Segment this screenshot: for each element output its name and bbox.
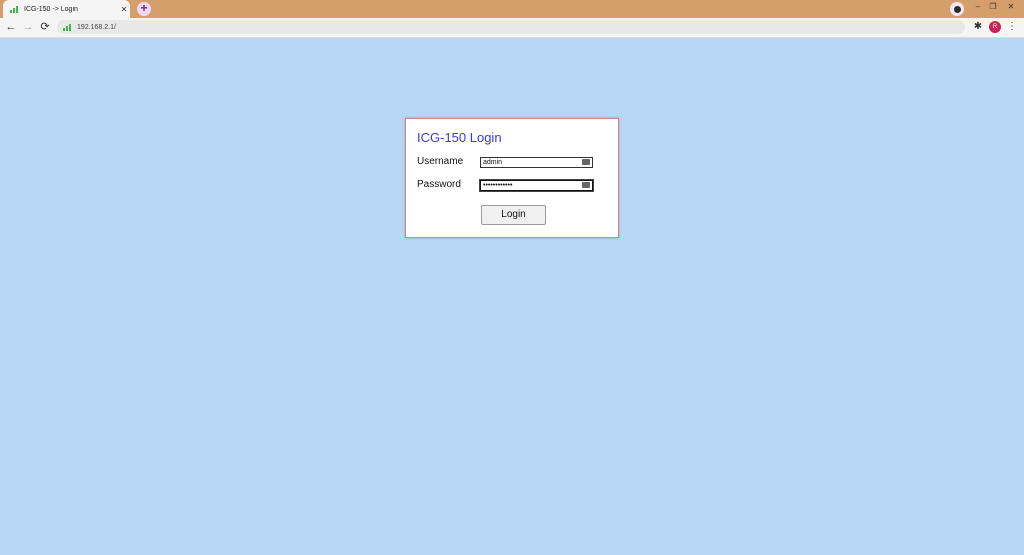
keyboard-icon[interactable]: [582, 159, 590, 165]
profile-menu-button[interactable]: [950, 2, 964, 16]
password-label: Password: [417, 179, 461, 190]
signal-bars-icon: [10, 5, 19, 13]
reload-button[interactable]: ⟳: [38, 20, 52, 34]
window-close-button[interactable]: ✕: [1004, 1, 1018, 13]
username-label: Username: [417, 156, 464, 167]
password-value: ••••••••••••: [483, 182, 513, 189]
tab-strip: ICG-150 -> Login ✕ + – ❐ ✕: [0, 0, 1024, 18]
url-text: 192.168.2.1/: [77, 23, 116, 31]
keyboard-icon[interactable]: [582, 182, 590, 188]
profile-icon: [953, 5, 961, 13]
minimize-button[interactable]: –: [971, 1, 985, 13]
password-field[interactable]: ••••••••••••: [480, 180, 593, 191]
signal-bars-icon: [63, 23, 72, 31]
avatar[interactable]: R: [989, 21, 1001, 33]
tab-title: ICG-150 -> Login: [24, 5, 78, 13]
forward-button[interactable]: →: [21, 20, 35, 34]
menu-icon[interactable]: ⋮: [1006, 20, 1018, 34]
address-bar[interactable]: 192.168.2.1/: [57, 20, 965, 34]
tab-active[interactable]: ICG-150 -> Login ✕: [3, 0, 130, 18]
extensions-icon[interactable]: ✱: [971, 20, 985, 34]
username-value: admin: [483, 159, 503, 166]
close-icon[interactable]: ✕: [118, 5, 130, 14]
login-panel: ICG-150 Login Username admin Password ••…: [405, 118, 619, 238]
new-tab-button[interactable]: +: [137, 2, 151, 16]
login-button[interactable]: Login: [481, 205, 546, 225]
browser-toolbar: ← → ⟳ 192.168.2.1/ ✱ R ⋮: [0, 18, 1024, 38]
back-button[interactable]: ←: [4, 20, 18, 34]
login-title: ICG-150 Login: [417, 130, 502, 145]
username-field[interactable]: admin: [480, 157, 593, 168]
restore-button[interactable]: ❐: [986, 1, 1000, 13]
